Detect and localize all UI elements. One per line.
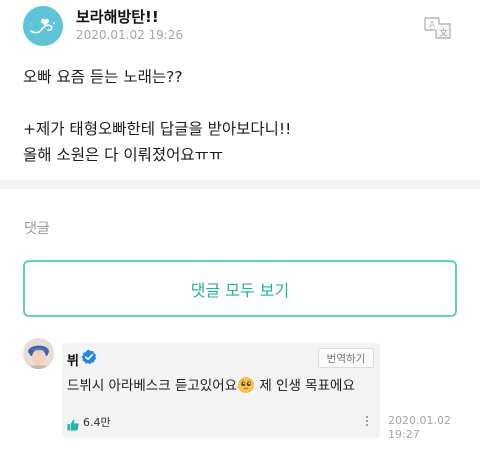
profile-photo-icon [23,338,54,369]
heart-doodle-icon [23,6,63,46]
thumbs-up-icon[interactable] [67,416,79,431]
like-row[interactable]: 6.4만 [67,414,111,431]
reply-translate-button[interactable]: 번역하기 [318,348,374,368]
reply-author-name[interactable]: 뷔 [67,350,79,369]
translate-icon[interactable]: A 文 [424,16,452,40]
verified-badge-icon [81,349,97,365]
like-count: 6.4만 [83,416,111,429]
reply-text-end: 제 인생 목표에요 [255,378,355,394]
post-header: 보라해방탄!! 2020.01.02 19:26 A 文 [0,0,480,56]
reply-timestamp-date: 2020.01.02 [388,414,451,427]
reply-text: 드뷔시 아라베스크 듣고있어요 제 인생 목표에요 [67,374,355,394]
comments-label: 댓글 [24,221,50,237]
reply-text-main: 드뷔시 아라베스크 듣고있어요 [67,378,238,394]
reply-author-avatar[interactable] [23,338,54,369]
post-timestamp: 2020.01.02 19:26 [76,28,184,42]
author-avatar[interactable] [23,6,63,46]
post-author-name[interactable]: 보라해방탄!! [76,6,159,27]
reply-timestamp: 2020.01.02 19:27 [388,414,451,442]
svg-text:A: A [429,21,436,31]
reply-card: 뷔 번역하기 드뷔시 아라베스크 듣고있어요 제 인생 목표에요 6.4만 [62,343,380,438]
pleading-face-emoji-icon [238,377,254,393]
section-divider [0,180,480,189]
view-all-comments-button[interactable]: 댓글 모두 보기 [23,260,457,317]
reply-timestamp-time: 19:27 [388,428,420,441]
more-options-icon[interactable] [364,413,370,429]
svg-text:文: 文 [439,28,448,39]
post-body: 오빠 요즘 듣는 노래는?? +제가 태형오빠한테 답글을 받아보다니!! 올해… [23,68,292,164]
